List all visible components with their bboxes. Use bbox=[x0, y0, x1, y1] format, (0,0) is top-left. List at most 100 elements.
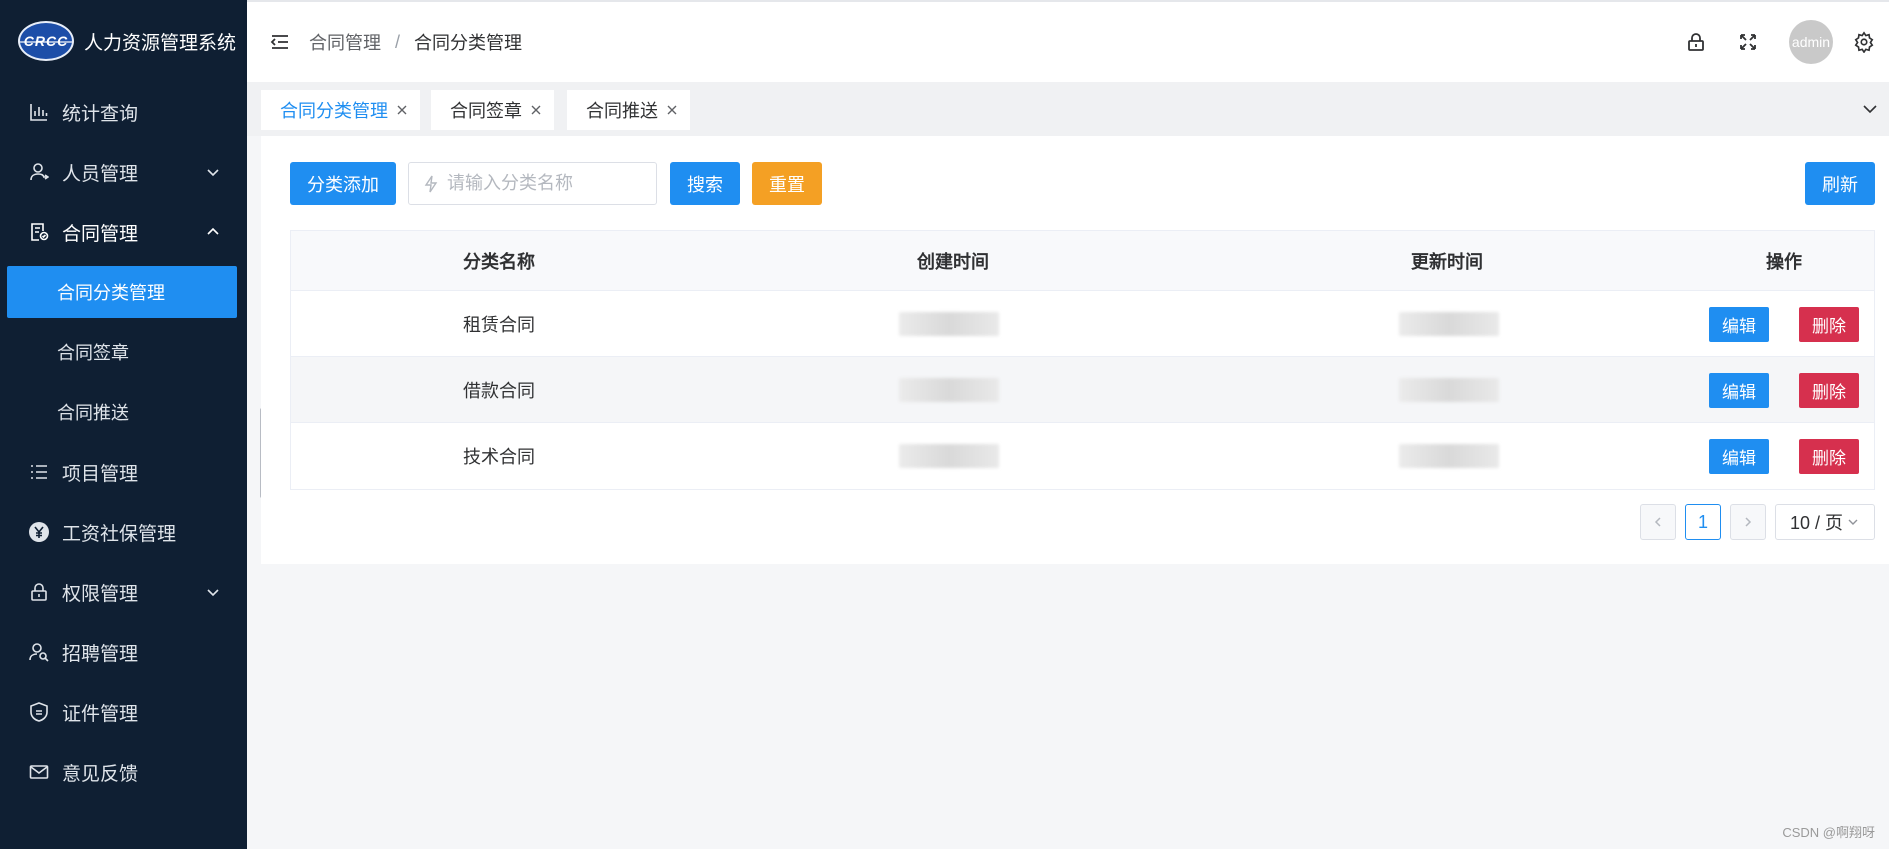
table-row: 借款合同 编辑 删除 bbox=[291, 357, 1874, 423]
list-icon bbox=[28, 461, 50, 483]
chevron-down-icon[interactable] bbox=[1861, 100, 1879, 118]
main-content: 分类添加 搜索 重置 刷新 分类名称 创建时间 更新时间 操作 租赁合同 编辑 … bbox=[261, 136, 1889, 564]
search-button[interactable]: 搜索 bbox=[670, 162, 740, 205]
button-label: 删除 bbox=[1812, 449, 1846, 468]
category-table: 分类名称 创建时间 更新时间 操作 租赁合同 编辑 删除 借款合同 编辑 删除 … bbox=[290, 230, 1875, 490]
breadcrumb-current: 合同分类管理 bbox=[414, 33, 523, 53]
chevron-down-icon bbox=[207, 589, 219, 597]
sidebar-item-permissions[interactable]: 权限管理 bbox=[0, 562, 247, 622]
edit-button[interactable]: 编辑 bbox=[1709, 439, 1769, 474]
brand: CRCC 人力资源管理系统 bbox=[0, 0, 247, 82]
button-label: 编辑 bbox=[1722, 449, 1756, 468]
sidebar-item-label: 合同管理 bbox=[62, 223, 139, 245]
column-header: 创建时间 bbox=[917, 251, 989, 272]
lightning-icon bbox=[424, 175, 438, 192]
lock-icon bbox=[28, 581, 50, 603]
tab-contract-signature[interactable]: 合同签章 bbox=[431, 90, 554, 130]
edit-button[interactable]: 编辑 bbox=[1709, 373, 1769, 408]
sidebar-item-projects[interactable]: 项目管理 bbox=[0, 442, 247, 502]
close-icon[interactable] bbox=[396, 104, 408, 116]
sidebar-item-statistics[interactable]: 统计查询 bbox=[0, 82, 247, 142]
sidebar-item-label: 证件管理 bbox=[62, 703, 139, 725]
contract-icon bbox=[28, 221, 50, 243]
refresh-button[interactable]: 刷新 bbox=[1805, 162, 1875, 205]
top-header: 合同管理 / 合同分类管理 admin bbox=[247, 0, 1889, 82]
table-row: 租赁合同 编辑 删除 bbox=[291, 291, 1874, 357]
next-page-button[interactable] bbox=[1730, 504, 1766, 540]
page-size-value: 10 / 页 bbox=[1790, 513, 1844, 533]
user-icon bbox=[28, 161, 50, 183]
tab-contract-push[interactable]: 合同推送 bbox=[567, 90, 690, 130]
sidebar-item-contracts[interactable]: 合同管理 bbox=[0, 202, 247, 262]
updated-time-redacted bbox=[1399, 291, 1499, 356]
avatar[interactable]: admin bbox=[1789, 20, 1833, 64]
edit-button[interactable]: 编辑 bbox=[1709, 307, 1769, 342]
reset-button[interactable]: 重置 bbox=[752, 162, 822, 205]
updated-time-redacted bbox=[1399, 357, 1499, 422]
button-label: 刷新 bbox=[1822, 174, 1858, 195]
sidebar-item-label: 工资社保管理 bbox=[62, 523, 177, 545]
header-actions: admin bbox=[1655, 2, 1889, 82]
chevron-down-icon bbox=[207, 169, 219, 177]
mail-icon bbox=[28, 761, 50, 783]
tab-label: 合同分类管理 bbox=[280, 101, 388, 121]
sidebar-subitem-label: 合同签章 bbox=[57, 343, 129, 363]
sidebar-subitem-contract-category[interactable]: 合同分类管理 bbox=[7, 266, 237, 318]
tab-label: 合同推送 bbox=[586, 101, 658, 121]
recruit-icon bbox=[28, 641, 50, 663]
add-category-button[interactable]: 分类添加 bbox=[290, 162, 396, 205]
chevron-up-icon bbox=[207, 227, 219, 235]
sidebar-item-certificates[interactable]: 证件管理 bbox=[0, 682, 247, 742]
sidebar: CRCC 人力资源管理系统 统计查询 人员管理 合同管理 合同分类管理 合同签章… bbox=[0, 0, 247, 849]
sidebar-item-salary[interactable]: 工资社保管理 bbox=[0, 502, 247, 562]
chevron-right-icon bbox=[1745, 517, 1752, 527]
sidebar-subitem-label: 合同分类管理 bbox=[57, 283, 165, 303]
button-label: 删除 bbox=[1812, 383, 1846, 402]
logo-text: CRCC bbox=[23, 33, 69, 49]
breadcrumb: 合同管理 / 合同分类管理 bbox=[309, 29, 522, 55]
breadcrumb-item[interactable]: 合同管理 bbox=[309, 29, 381, 55]
column-header: 更新时间 bbox=[1411, 251, 1483, 272]
chevron-left-icon bbox=[1654, 517, 1661, 527]
search-input[interactable] bbox=[447, 173, 647, 194]
sidebar-item-feedback[interactable]: 意见反馈 bbox=[0, 742, 247, 802]
sidebar-item-label: 人员管理 bbox=[62, 163, 139, 185]
delete-button[interactable]: 删除 bbox=[1799, 373, 1859, 408]
delete-button[interactable]: 删除 bbox=[1799, 307, 1859, 342]
sidebar-item-label: 招聘管理 bbox=[62, 643, 139, 665]
lock-screen-icon[interactable] bbox=[1685, 31, 1707, 53]
avatar-text: admin bbox=[1791, 34, 1831, 50]
close-icon[interactable] bbox=[530, 104, 542, 116]
delete-button[interactable]: 删除 bbox=[1799, 439, 1859, 474]
chevron-down-icon bbox=[1848, 519, 1858, 525]
button-label: 编辑 bbox=[1722, 317, 1756, 336]
logo: CRCC bbox=[18, 21, 74, 61]
sidebar-item-recruitment[interactable]: 招聘管理 bbox=[0, 622, 247, 682]
gear-icon[interactable] bbox=[1853, 31, 1875, 53]
sidebar-item-personnel[interactable]: 人员管理 bbox=[0, 142, 247, 202]
certificate-icon bbox=[28, 701, 50, 723]
created-time-redacted bbox=[899, 423, 999, 489]
menu-fold-icon[interactable] bbox=[269, 31, 291, 53]
button-label: 分类添加 bbox=[307, 174, 379, 195]
sidebar-subitem-contract-signature[interactable]: 合同签章 bbox=[0, 322, 247, 382]
prev-page-button[interactable] bbox=[1640, 504, 1676, 540]
tab-contract-category[interactable]: 合同分类管理 bbox=[261, 90, 420, 130]
page-number-current[interactable]: 1 bbox=[1685, 504, 1721, 540]
sidebar-item-label: 意见反馈 bbox=[62, 763, 139, 785]
close-icon[interactable] bbox=[666, 104, 678, 116]
button-label: 编辑 bbox=[1722, 383, 1756, 402]
column-header: 操作 bbox=[1766, 251, 1802, 272]
table-header: 分类名称 创建时间 更新时间 操作 bbox=[291, 231, 1874, 291]
watermark: CSDN @啊翔呀 bbox=[1782, 825, 1875, 840]
breadcrumb-separator: / bbox=[395, 31, 401, 52]
created-time-redacted bbox=[899, 357, 999, 422]
search-field[interactable] bbox=[408, 162, 657, 205]
yen-icon bbox=[28, 521, 50, 543]
column-header: 分类名称 bbox=[463, 251, 535, 272]
sidebar-item-label: 统计查询 bbox=[62, 103, 139, 125]
sidebar-subitem-contract-push[interactable]: 合同推送 bbox=[0, 382, 247, 442]
page-size-select[interactable]: 10 / 页 bbox=[1775, 504, 1875, 540]
sidebar-menu: 统计查询 人员管理 合同管理 合同分类管理 合同签章 合同推送 项目管理 工资社… bbox=[0, 82, 247, 802]
fullscreen-icon[interactable] bbox=[1737, 31, 1759, 53]
